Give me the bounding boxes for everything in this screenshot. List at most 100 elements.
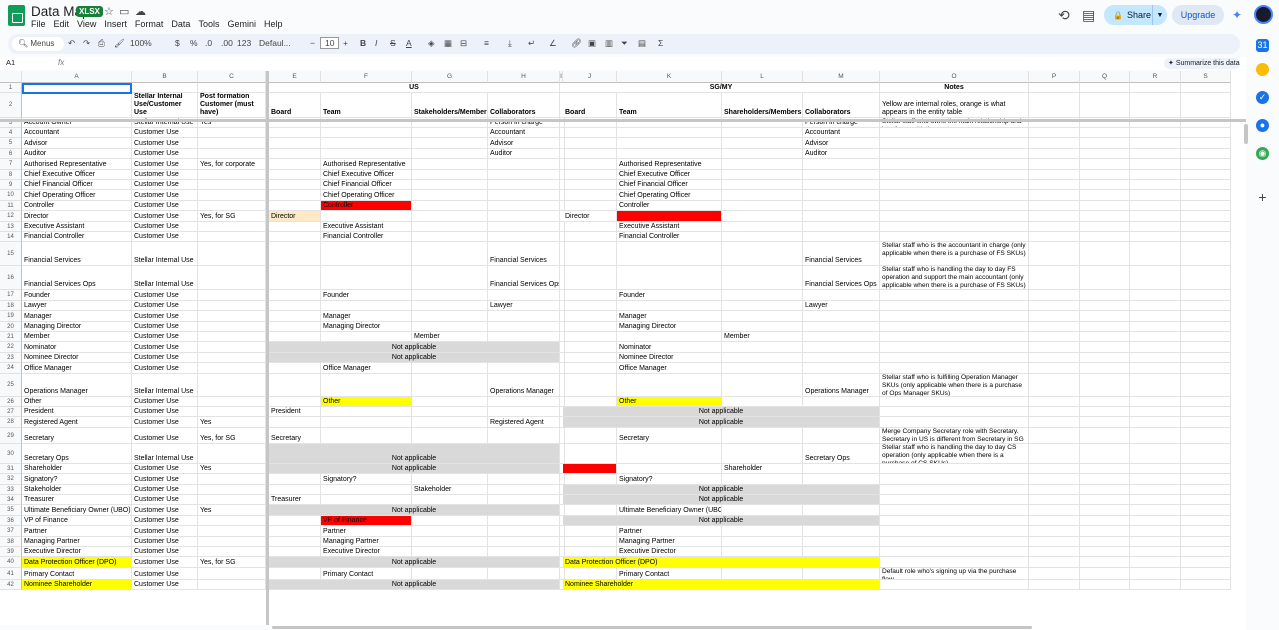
data-cell[interactable]: Director [563,211,617,222]
grid-cell[interactable] [198,190,266,201]
data-cell[interactable]: Nominator [617,342,722,353]
data-cell[interactable]: Office Manager [321,363,412,374]
grid-cell[interactable] [1130,352,1181,364]
grid-cell[interactable] [1181,396,1231,407]
column-header-r[interactable]: R [1130,71,1181,83]
grid-cell[interactable] [1080,221,1130,232]
menus-search[interactable]: 🔍︎ Menus [12,37,64,51]
grid-cell[interactable] [563,159,617,170]
grid-cell[interactable] [803,567,880,580]
data-cell[interactable]: Yes, for SG [198,557,266,568]
row-header-35[interactable]: 35 [0,505,22,516]
data-cell[interactable]: Customer Use [132,579,198,591]
menu-edit[interactable]: Edit [54,19,70,29]
summarize-button[interactable]: ✦ Summarize this data [1164,58,1240,69]
row-header-7[interactable]: 7 [0,159,22,170]
data-cell[interactable]: Customer Use [132,138,198,149]
grid-cell[interactable] [412,159,488,170]
data-cell[interactable]: Auditor [22,148,132,160]
grid-cell[interactable] [1080,547,1130,558]
grid-cell[interactable] [1029,211,1080,222]
data-cell[interactable]: Yes [198,505,266,516]
grid-cell[interactable] [1029,232,1080,243]
grid-cell[interactable] [412,536,488,547]
data-cell[interactable]: Customer Use [132,474,198,485]
data-cell[interactable]: Yes, for SG [198,427,266,444]
grid-cell[interactable] [1029,427,1080,444]
grid-cell[interactable] [722,232,803,243]
header-sg-shareholders[interactable]: Shareholders/Members [722,93,803,118]
data-cell[interactable]: Director [22,211,132,222]
data-cell[interactable]: Treasurer [22,495,132,506]
row-header-17[interactable]: 17 [0,290,22,301]
data-cell[interactable]: Customer Use [132,417,198,428]
column-header-m[interactable]: M [803,71,880,83]
grid-cell[interactable] [722,169,803,180]
filter-views-icon[interactable]: ▤ [638,38,646,49]
data-cell[interactable]: Chief Financial Officer [617,180,722,191]
grid-cell[interactable] [1181,547,1231,558]
data-cell[interactable]: Advisor [22,138,132,149]
grid-cell[interactable] [22,83,132,93]
grid-cell[interactable] [803,505,880,516]
grid-cell[interactable] [722,180,803,191]
grid-cell[interactable] [1181,300,1231,312]
grid-cell[interactable] [198,396,266,407]
header-sg-team[interactable]: Team [617,93,722,118]
grid-cell[interactable] [1080,311,1130,322]
grid-cell[interactable] [803,180,880,191]
data-cell[interactable]: Chief Financial Officer [321,180,412,191]
font-select[interactable]: Defaul... [259,38,291,48]
data-cell[interactable]: Financial Services Ops [803,266,880,291]
grid-cell[interactable] [563,242,617,267]
row-header-11[interactable]: 11 [0,200,22,212]
grid-cell[interactable] [1080,200,1130,212]
grid-cell[interactable] [198,232,266,243]
grid-cell[interactable] [563,169,617,180]
grid-cell[interactable] [198,200,266,212]
data-cell[interactable]: Signatory? [321,474,412,485]
grid-cell[interactable] [880,311,1029,322]
data-cell[interactable]: Customer Use [132,495,198,506]
grid-cell[interactable] [1029,200,1080,212]
grid-cell[interactable] [1181,363,1231,374]
grid-cell[interactable] [803,342,880,353]
grid-cell[interactable] [880,547,1029,558]
data-cell[interactable]: Authorised Representative [22,159,132,170]
horizontal-scroll-thumb[interactable] [272,626,1032,629]
grid-cell[interactable] [412,128,488,139]
grid-cell[interactable] [1130,200,1181,212]
grid-cell[interactable] [563,443,617,464]
borders-icon[interactable]: ▦ [444,38,452,49]
data-cell[interactable]: Ultimate Beneficiary Owner (UBO) [617,505,722,516]
header-us-collaborators[interactable]: Collaborators [488,93,560,118]
grid-cell[interactable] [880,526,1029,537]
grid-cell[interactable] [1080,495,1130,506]
row-header-18[interactable]: 18 [0,300,22,312]
data-cell[interactable]: Shareholder [722,463,803,475]
grid-cell[interactable] [563,300,617,312]
grid-cell[interactable] [1080,83,1130,93]
row-header-41[interactable]: 41 [0,567,22,580]
data-cell[interactable]: Customer Use [132,148,198,160]
grid-cell[interactable] [1181,128,1231,139]
grid-cell[interactable] [880,128,1029,139]
row-header-23[interactable]: 23 [0,352,22,364]
data-cell[interactable]: VP of Finance [22,515,132,527]
data-cell[interactable]: Financial Services Ops [22,266,132,291]
grid-cell[interactable] [880,180,1029,191]
data-cell[interactable]: Nominator [22,342,132,353]
data-cell[interactable]: Financial Controller [321,232,412,243]
grid-cell[interactable] [803,232,880,243]
share-button[interactable]: 🔒 Share ▼ [1104,5,1167,25]
grid-cell[interactable] [722,547,803,558]
data-cell[interactable]: Lawyer [22,300,132,312]
data-cell[interactable]: Chief Operating Officer [321,190,412,201]
comments-icon[interactable]: ▤ [1082,7,1095,24]
grid-cell[interactable] [617,128,722,139]
grid-cell[interactable] [617,242,722,267]
grid-cell[interactable] [803,159,880,170]
grid-cell[interactable] [269,242,321,267]
data-cell[interactable]: Financial Controller [22,232,132,243]
data-cell[interactable]: Not applicable [269,443,560,464]
